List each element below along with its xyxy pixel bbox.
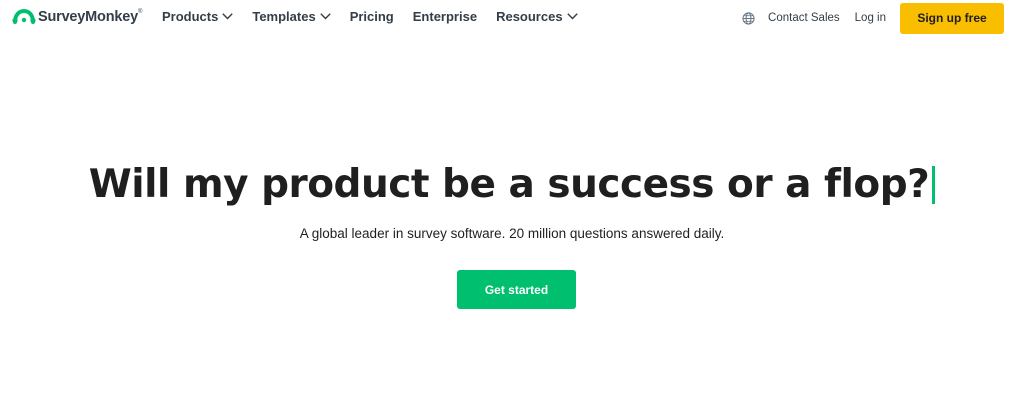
contact-sales-link[interactable]: Contact Sales — [768, 12, 840, 24]
get-started-button[interactable]: Get started — [457, 270, 576, 309]
trademark-symbol: ® — [137, 9, 143, 15]
chevron-down-icon — [566, 13, 578, 20]
page: SurveyMonkey ® Products Templates Pricin… — [0, 0, 1024, 404]
hero-headline-container: Will my product be a success or a flop? — [0, 162, 1024, 207]
nav-pricing-label: Pricing — [349, 9, 394, 24]
nav-resources-label: Resources — [496, 9, 563, 24]
nav-enterprise[interactable]: Enterprise — [413, 9, 477, 24]
nav-enterprise-label: Enterprise — [412, 9, 478, 24]
globe-icon[interactable] — [742, 11, 755, 25]
chevron-down-icon — [222, 13, 234, 20]
nav-templates-label: Templates — [252, 9, 316, 24]
nav-templates[interactable]: Templates — [252, 9, 331, 24]
nav-pricing[interactable]: Pricing — [350, 9, 394, 24]
brand-name: SurveyMonkey — [38, 9, 138, 25]
surveymonkey-logo-icon — [12, 9, 36, 24]
hero-subheadline: A global leader in survey software. 20 m… — [299, 226, 725, 241]
header-actions: Contact Sales Log in Sign up free — [742, 2, 1004, 34]
nav-products-label: Products — [162, 9, 219, 24]
hero-headline: Will my product be a success or a flop? — [88, 162, 936, 207]
nav-resources[interactable]: Resources — [496, 9, 578, 24]
hero-headline-text: Will my product be a success or a flop? — [88, 162, 930, 207]
chevron-down-icon — [319, 13, 331, 20]
top-navigation-bar: SurveyMonkey ® Products Templates Pricin… — [0, 0, 1024, 36]
sign-up-free-button[interactable]: Sign up free — [900, 2, 1004, 34]
typing-caret — [932, 166, 936, 204]
surveymonkey-logo[interactable]: SurveyMonkey ® — [12, 8, 142, 26]
nav-products[interactable]: Products — [162, 9, 234, 24]
main-nav: Products Templates Pricing Enterprise Re… — [162, 9, 597, 24]
login-link[interactable]: Log in — [855, 12, 886, 24]
